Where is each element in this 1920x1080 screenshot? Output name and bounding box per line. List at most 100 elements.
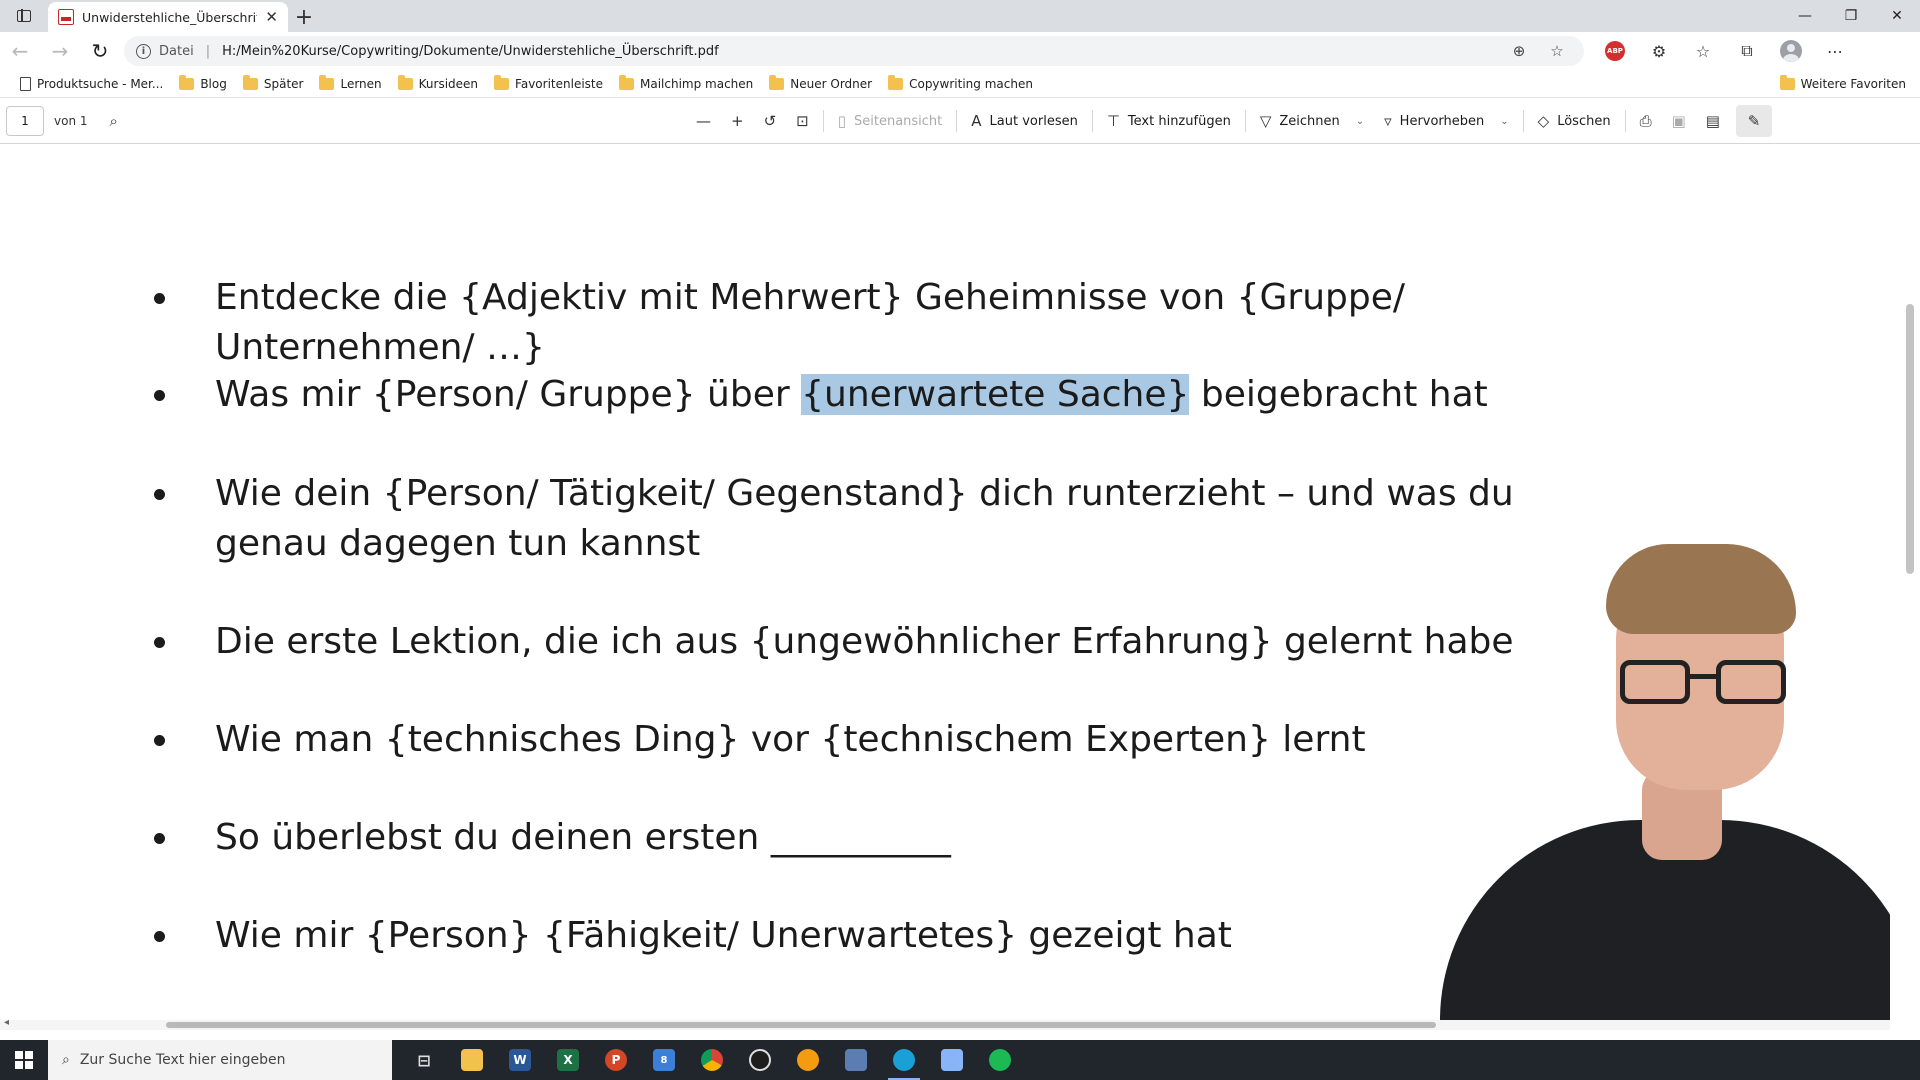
favorite-folder[interactable]: Kursideen <box>390 72 486 96</box>
favorite-folder[interactable]: Später <box>235 72 312 96</box>
page-count: von 1 <box>54 113 88 128</box>
zoom-in-button[interactable]: + <box>721 98 754 144</box>
favorite-label: Lernen <box>340 76 382 91</box>
reload-button[interactable]: ↻ <box>80 32 120 70</box>
bullet-dot <box>154 489 165 500</box>
new-tab-button[interactable]: + <box>288 2 320 32</box>
page-view-label: Seitenansicht <box>854 113 943 129</box>
add-text-button[interactable]: ⊤ Text hinzufügen <box>1097 98 1241 144</box>
close-window-icon[interactable]: ✕ <box>1874 0 1920 32</box>
toolbar-divider <box>1522 110 1524 132</box>
taskbar-app[interactable] <box>928 1040 976 1080</box>
extensions-icon[interactable]: ⚙ <box>1640 36 1678 66</box>
favorite-folder[interactable]: Copywriting machen <box>880 72 1041 96</box>
forward-button[interactable]: → <box>40 32 80 70</box>
tab-strip: Unwiderstehliche_Überschrift.pdf ✕ + — ❐… <box>0 0 1920 32</box>
page-number-input[interactable]: 1 <box>6 105 44 136</box>
favorite-folder[interactable]: Mailchimp machen <box>611 72 761 96</box>
plus-icon: + <box>731 112 744 130</box>
folder-icon <box>769 74 785 90</box>
fit-page-button[interactable]: ⊡ <box>786 98 819 144</box>
taskbar-search[interactable]: ⌕ Zur Suche Text hier eingeben <box>48 1040 392 1080</box>
favorites-icon[interactable]: ☆ <box>1684 36 1722 66</box>
pin-icon: ✎ <box>1747 112 1761 130</box>
favorite-folder[interactable]: Lernen <box>311 72 389 96</box>
bullet-dot <box>154 390 165 401</box>
read-aloud-button[interactable]: A Laut vorlesen <box>961 98 1088 144</box>
taskbar-excel[interactable]: X <box>544 1040 592 1080</box>
horizontal-scroll-thumb[interactable] <box>166 1022 1436 1028</box>
pin-toolbar-button[interactable]: ✎ <box>1735 105 1772 137</box>
minimize-icon[interactable]: — <box>1782 0 1828 32</box>
favorite-folder[interactable]: Favoritenleiste <box>486 72 611 96</box>
taskbar-edge[interactable] <box>880 1040 928 1080</box>
draw-button[interactable]: ▽ Zeichnen ⌄ <box>1250 98 1374 144</box>
taskbar-powerpoint[interactable]: P <box>592 1040 640 1080</box>
adblock-icon: ABP <box>1605 41 1625 61</box>
app-icon <box>941 1049 963 1071</box>
back-button[interactable]: ← <box>0 32 40 70</box>
chrome-icon <box>701 1049 723 1071</box>
omnibox[interactable]: i Datei | H:/Mein%20Kurse/Copywriting/Do… <box>124 36 1584 66</box>
favorite-folder[interactable]: Neuer Ordner <box>761 72 880 96</box>
pdf-toolbar: 1 von 1 ⌕ — + ↺ ⊡ ▯ Seitenansicht A Laut v… <box>0 98 1920 144</box>
search-icon[interactable]: ⌕ <box>110 112 118 130</box>
tab-pdf[interactable]: Unwiderstehliche_Überschrift.pdf ✕ <box>48 2 288 32</box>
info-icon[interactable]: i <box>136 43 151 59</box>
task-view-button[interactable]: ⊟ <box>400 1040 448 1080</box>
folder-icon <box>619 74 634 90</box>
glasses-lens <box>1716 660 1786 704</box>
list-item-text: Wie dein {Person/ Tätigkeit/ Gegenstand}… <box>215 473 1514 564</box>
glasses-lens <box>1620 660 1690 704</box>
restore-icon[interactable]: ❐ <box>1828 0 1874 32</box>
taskbar-word[interactable]: W <box>496 1040 544 1080</box>
taskbar-app[interactable] <box>784 1040 832 1080</box>
folder-icon <box>179 74 195 90</box>
presenter-hair <box>1606 544 1796 634</box>
excel-icon: X <box>557 1049 579 1071</box>
vertical-scrollbar[interactable] <box>1890 144 1920 1028</box>
folder-icon <box>397 74 413 90</box>
favorite-folder[interactable]: Blog <box>171 72 235 96</box>
save-button[interactable]: ▣ <box>1662 98 1696 144</box>
horizontal-scrollbar[interactable]: ◂ <box>0 1017 1890 1030</box>
edge-icon <box>893 1049 915 1071</box>
tab-actions-button[interactable] <box>0 0 48 32</box>
text-selection[interactable]: {unerwartete Sache} <box>801 374 1190 415</box>
more-menu-icon[interactable]: ⋯ <box>1816 36 1854 66</box>
powerpoint-icon: P <box>605 1049 627 1071</box>
app-icon <box>797 1049 819 1071</box>
chevron-down-icon[interactable]: ⌄ <box>1500 116 1508 127</box>
taskbar-explorer[interactable] <box>448 1040 496 1080</box>
page-view-icon: ▯ <box>837 112 846 130</box>
url-text[interactable]: H:/Mein%20Kurse/Copywriting/Dokumente/Un… <box>222 44 1496 59</box>
rotate-button[interactable]: ↺ <box>754 98 787 144</box>
highlight-button[interactable]: ▿ Hervorheben ⌄ <box>1374 98 1519 144</box>
taskbar-chrome[interactable] <box>688 1040 736 1080</box>
taskbar-mail[interactable]: 8 <box>640 1040 688 1080</box>
add-favorite-icon[interactable]: ☆ <box>1542 42 1572 60</box>
taskbar-spotify[interactable] <box>976 1040 1024 1080</box>
zoom-out-button[interactable]: — <box>686 98 721 144</box>
adblock-extension-button[interactable]: ABP <box>1596 36 1634 66</box>
start-button[interactable] <box>0 1040 48 1080</box>
favorite-item[interactable]: Produktsuche - Mer... <box>12 72 171 96</box>
close-tab-icon[interactable]: ✕ <box>265 8 278 26</box>
profile-button[interactable] <box>1772 36 1810 66</box>
vertical-scroll-thumb[interactable] <box>1906 304 1914 574</box>
zoom-icon[interactable]: ⊕ <box>1504 42 1534 60</box>
taskbar-app[interactable] <box>832 1040 880 1080</box>
print-button[interactable]: ⎙ <box>1630 98 1662 144</box>
chevron-down-icon[interactable]: ⌄ <box>1356 116 1364 127</box>
erase-button[interactable]: ◇ Löschen <box>1528 98 1621 144</box>
text-box-icon: ⊤ <box>1106 112 1120 130</box>
taskbar-obs[interactable] <box>736 1040 784 1080</box>
bullet-dot <box>154 931 165 942</box>
scroll-left-icon[interactable]: ◂ <box>4 1017 9 1028</box>
page-view-button[interactable]: ▯ Seitenansicht <box>828 98 953 144</box>
save-as-button[interactable]: ▤ <box>1696 98 1730 144</box>
other-favorites-folder[interactable]: Weitere Favoriten <box>1772 72 1914 96</box>
collections-icon[interactable]: ⧉ <box>1728 36 1766 66</box>
app-icon <box>845 1049 867 1071</box>
favorite-label: Produktsuche - Mer... <box>37 76 164 91</box>
